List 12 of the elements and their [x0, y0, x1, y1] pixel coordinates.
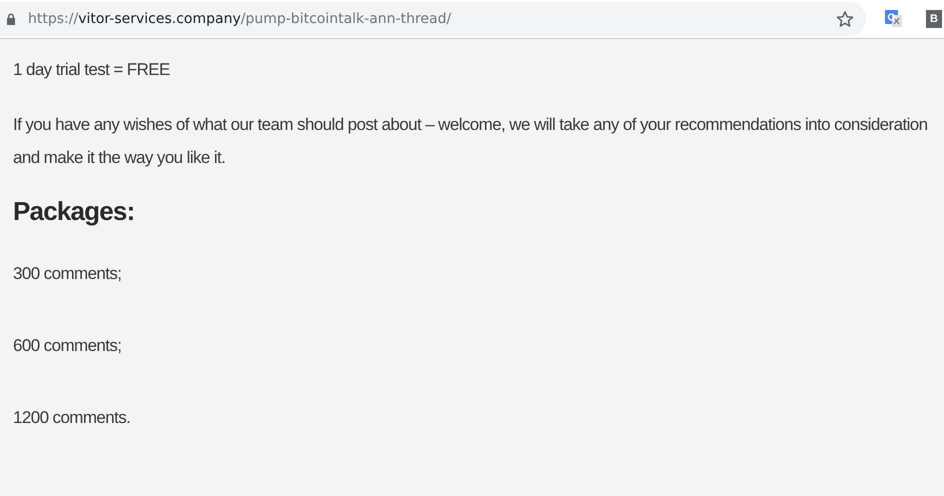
- package-item: 600 comments;: [13, 335, 122, 357]
- extension-button[interactable]: B: [926, 10, 942, 28]
- translate-icon[interactable]: [884, 9, 904, 29]
- url-text[interactable]: https://vitor-services.company/pump-bitcointalk-ann-thread/: [28, 11, 824, 27]
- package-item: 1200 comments.: [13, 407, 132, 429]
- star-icon[interactable]: [836, 10, 854, 28]
- paragraph: If you have any wishes of what our team should post about – welcome, we will take any of your recommendations into consideration and make it the way you like it.: [13, 114, 928, 169]
- lock-icon: [6, 13, 16, 25]
- address-bar[interactable]: https://vitor-services.company/pump-bitcointalk-ann-thread/: [0, 2, 866, 36]
- section-heading: Packages:: [13, 196, 136, 227]
- paragraph: 1 day trial test = FREE: [13, 59, 171, 81]
- package-item: 300 comments;: [13, 263, 122, 285]
